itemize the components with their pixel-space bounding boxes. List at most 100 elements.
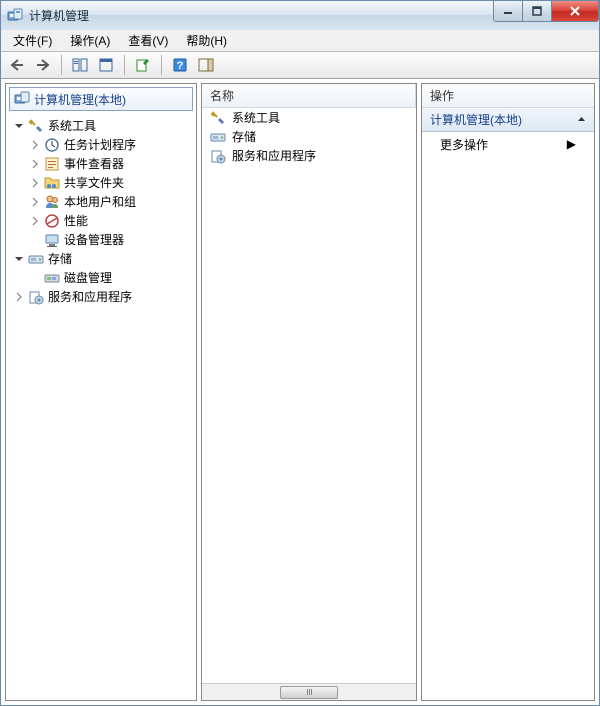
actions-section-label: 计算机管理(本地) <box>430 111 522 128</box>
tools-icon <box>210 110 226 126</box>
list-item-storage[interactable]: 存储 <box>202 127 416 146</box>
help-icon: ? <box>172 57 188 73</box>
app-icon <box>7 8 23 24</box>
tree-label: 系统工具 <box>48 117 96 134</box>
actions-body: 计算机管理(本地) 更多操作 ▶ <box>422 108 594 700</box>
window-title: 计算机管理 <box>29 7 89 24</box>
svg-text:?: ? <box>177 60 184 72</box>
performance-icon <box>44 213 60 229</box>
list-header: 名称 <box>202 84 416 108</box>
services-icon <box>28 289 44 305</box>
tree-node-disk-management[interactable]: 磁盘管理 <box>6 268 196 287</box>
shared-folder-icon <box>44 175 60 191</box>
toolbar-separator <box>61 55 62 75</box>
export-button[interactable] <box>131 53 155 77</box>
storage-icon <box>28 251 44 267</box>
list-item-label: 存储 <box>232 128 256 145</box>
tree-pane: 计算机管理(本地) 系统工具 任务计划程序 事件查看器 共享文件夹 <box>5 83 197 701</box>
actions-header: 操作 <box>422 84 594 108</box>
disk-icon <box>44 270 60 286</box>
list-pane: 名称 系统工具 存储 服务和应用程序 <box>201 83 417 701</box>
window-controls <box>494 1 599 22</box>
menubar: 文件(F) 操作(A) 查看(V) 帮助(H) <box>0 30 600 51</box>
list-item-services[interactable]: 服务和应用程序 <box>202 146 416 165</box>
tree-body: 系统工具 任务计划程序 事件查看器 共享文件夹 本地用户和组 <box>6 114 196 700</box>
tree-label: 性能 <box>64 212 88 229</box>
show-hide-tree-button[interactable] <box>68 53 92 77</box>
minimize-button[interactable] <box>493 1 523 22</box>
chevron-right-icon: ▶ <box>567 137 576 151</box>
tree-label: 服务和应用程序 <box>48 288 132 305</box>
arrow-left-icon <box>9 58 25 72</box>
tree-label: 事件查看器 <box>64 155 124 172</box>
no-expand-icon <box>28 233 42 247</box>
tree-label: 磁盘管理 <box>64 269 112 286</box>
collapse-icon[interactable] <box>12 119 26 133</box>
show-action-pane-button[interactable] <box>194 53 218 77</box>
tree-label: 共享文件夹 <box>64 174 124 191</box>
chevron-up-icon <box>577 113 586 127</box>
tree-label: 本地用户和组 <box>64 193 136 210</box>
tree-node-shared-folders[interactable]: 共享文件夹 <box>6 173 196 192</box>
action-more-actions[interactable]: 更多操作 ▶ <box>422 132 594 156</box>
users-icon <box>44 194 60 210</box>
tree-node-performance[interactable]: 性能 <box>6 211 196 230</box>
no-expand-icon <box>28 271 42 285</box>
horizontal-scrollbar[interactable] <box>202 683 416 700</box>
list-item-label: 系统工具 <box>232 109 280 126</box>
expand-icon[interactable] <box>28 157 42 171</box>
menu-view[interactable]: 查看(V) <box>120 30 176 51</box>
tree-label: 设备管理器 <box>64 231 124 248</box>
list-item-label: 服务和应用程序 <box>232 147 316 164</box>
expand-icon[interactable] <box>12 290 26 304</box>
toolbar-separator <box>124 55 125 75</box>
tree-node-storage[interactable]: 存储 <box>6 249 196 268</box>
expand-icon[interactable] <box>28 138 42 152</box>
minimize-icon <box>503 6 513 16</box>
properties-button[interactable] <box>94 53 118 77</box>
tree-root-label: 计算机管理(本地) <box>34 91 126 108</box>
tree-node-device-manager[interactable]: 设备管理器 <box>6 230 196 249</box>
menu-help[interactable]: 帮助(H) <box>178 30 235 51</box>
window-titlebar: 计算机管理 <box>0 0 600 30</box>
maximize-button[interactable] <box>522 1 552 22</box>
tree-node-services[interactable]: 服务和应用程序 <box>6 287 196 306</box>
services-icon <box>210 148 226 164</box>
menu-file[interactable]: 文件(F) <box>5 30 60 51</box>
list-item-system-tools[interactable]: 系统工具 <box>202 108 416 127</box>
clock-icon <box>44 137 60 153</box>
expand-icon[interactable] <box>28 176 42 190</box>
tree-root-header[interactable]: 计算机管理(本地) <box>9 87 193 111</box>
event-icon <box>44 156 60 172</box>
tree-label: 存储 <box>48 250 72 267</box>
action-label: 更多操作 <box>440 136 488 153</box>
device-icon <box>44 232 60 248</box>
export-icon <box>135 57 151 73</box>
actions-section-header[interactable]: 计算机管理(本地) <box>422 108 594 132</box>
nav-forward-button[interactable] <box>31 53 55 77</box>
maximize-icon <box>532 6 542 16</box>
tree-node-local-users[interactable]: 本地用户和组 <box>6 192 196 211</box>
menu-action[interactable]: 操作(A) <box>62 30 118 51</box>
tree-node-task-scheduler[interactable]: 任务计划程序 <box>6 135 196 154</box>
expand-icon[interactable] <box>28 195 42 209</box>
column-header-name[interactable]: 名称 <box>202 84 416 107</box>
action-pane-icon <box>198 57 214 73</box>
arrow-right-icon <box>35 58 51 72</box>
nav-back-button[interactable] <box>5 53 29 77</box>
collapse-icon[interactable] <box>12 252 26 266</box>
scrollbar-thumb[interactable] <box>280 686 338 699</box>
expand-icon[interactable] <box>28 214 42 228</box>
properties-icon <box>98 57 114 73</box>
tree-label: 任务计划程序 <box>64 136 136 153</box>
toolbar: ? <box>0 51 600 79</box>
actions-pane: 操作 计算机管理(本地) 更多操作 ▶ <box>421 83 595 701</box>
tree-node-event-viewer[interactable]: 事件查看器 <box>6 154 196 173</box>
help-button[interactable]: ? <box>168 53 192 77</box>
close-icon <box>569 6 581 16</box>
computer-icon <box>14 91 30 107</box>
storage-icon <box>210 129 226 145</box>
tree-node-system-tools[interactable]: 系统工具 <box>6 116 196 135</box>
close-button[interactable] <box>551 1 599 22</box>
toolbar-separator <box>161 55 162 75</box>
